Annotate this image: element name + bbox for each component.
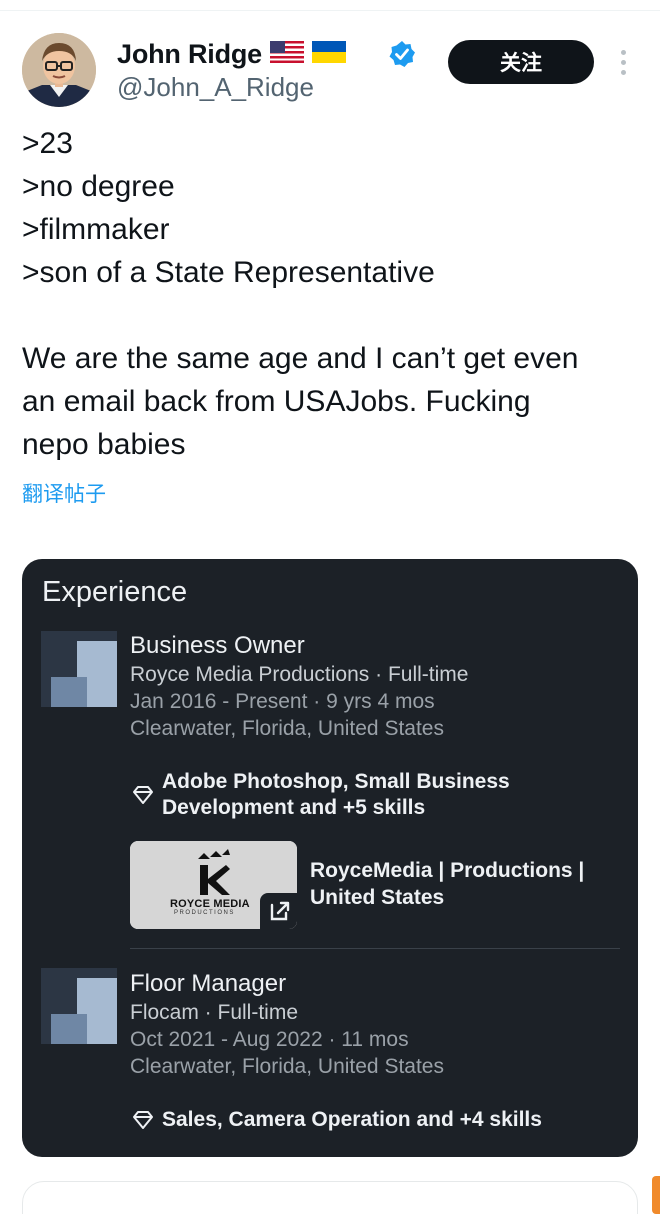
- tweet-line: nepo babies: [22, 428, 186, 461]
- avatar[interactable]: [22, 33, 96, 107]
- skills-line: Sales, Camera Operation and +4 skills: [162, 1108, 542, 1131]
- job-skills: Adobe Photoshop, Small Business Developm…: [162, 769, 510, 821]
- skills-line: Development and +5 skills: [162, 796, 426, 819]
- job-location: Clearwater, Florida, United States: [130, 1055, 444, 1078]
- tweet-line: >filmmaker: [22, 213, 170, 246]
- tweet-line: an email back from USAJobs. Fucking: [22, 385, 531, 418]
- author-handle[interactable]: @John_A_Ridge: [117, 72, 314, 103]
- company-logo-icon: [41, 631, 117, 707]
- job-dates: Jan 2016 - Present · 9 yrs 4 mos: [130, 690, 435, 713]
- top-divider: [0, 10, 660, 11]
- follow-button[interactable]: 关注: [448, 40, 594, 84]
- job-title: Business Owner: [130, 632, 305, 659]
- job-location: Clearwater, Florida, United States: [130, 717, 444, 740]
- job-title: Floor Manager: [130, 970, 287, 997]
- us-flag-icon: [270, 40, 304, 68]
- job-skills: Sales, Camera Operation and +4 skills: [162, 1107, 542, 1133]
- job-dates: Oct 2021 - Aug 2022 · 11 mos: [130, 1028, 409, 1051]
- tweet-line: >23: [22, 127, 73, 160]
- author-name-row[interactable]: John Ridge: [117, 36, 346, 72]
- skills-diamond-icon: [132, 1110, 154, 1130]
- experience-heading: Experience: [42, 576, 188, 608]
- tweet-line: >no degree: [22, 170, 175, 203]
- more-options-icon[interactable]: [613, 48, 633, 78]
- company-logo-icon: [41, 968, 117, 1044]
- ukraine-flag-icon: [312, 40, 346, 68]
- media-title-line: RoyceMedia | Productions |: [310, 859, 585, 882]
- job-company: Flocam · Full-time: [130, 1001, 299, 1024]
- skills-diamond-icon: [132, 785, 154, 805]
- media-title-line: United States: [310, 886, 445, 909]
- job-company: Royce Media Productions · Full-time: [130, 663, 469, 686]
- author-display-name[interactable]: John Ridge: [117, 39, 262, 70]
- verified-badge-icon: [388, 40, 416, 68]
- media-title[interactable]: RoyceMedia | Productions | United States: [310, 857, 620, 911]
- media-thumbnail[interactable]: ROYCE MEDIA PRODUCTIONS: [130, 841, 297, 929]
- tweet-line: We are the same age and I can’t get even: [22, 342, 579, 375]
- external-link-icon[interactable]: [260, 893, 297, 929]
- job-divider: [130, 948, 620, 949]
- media-logo-subtext: PRODUCTIONS: [174, 910, 235, 916]
- skills-line: Adobe Photoshop, Small Business: [162, 770, 510, 793]
- tweet-text: >23 >no degree >filmmaker >son of a Stat…: [22, 122, 652, 466]
- media-logo-text: ROYCE MEDIA: [170, 898, 250, 910]
- next-post-card[interactable]: [22, 1181, 638, 1214]
- tweet-line: >son of a State Representative: [22, 256, 435, 289]
- floating-edge-tab[interactable]: [652, 1176, 660, 1214]
- translate-post-link[interactable]: 翻译帖子: [22, 478, 106, 508]
- attached-image-experience-card[interactable]: Experience Business Owner Royce Media Pr…: [22, 559, 638, 1157]
